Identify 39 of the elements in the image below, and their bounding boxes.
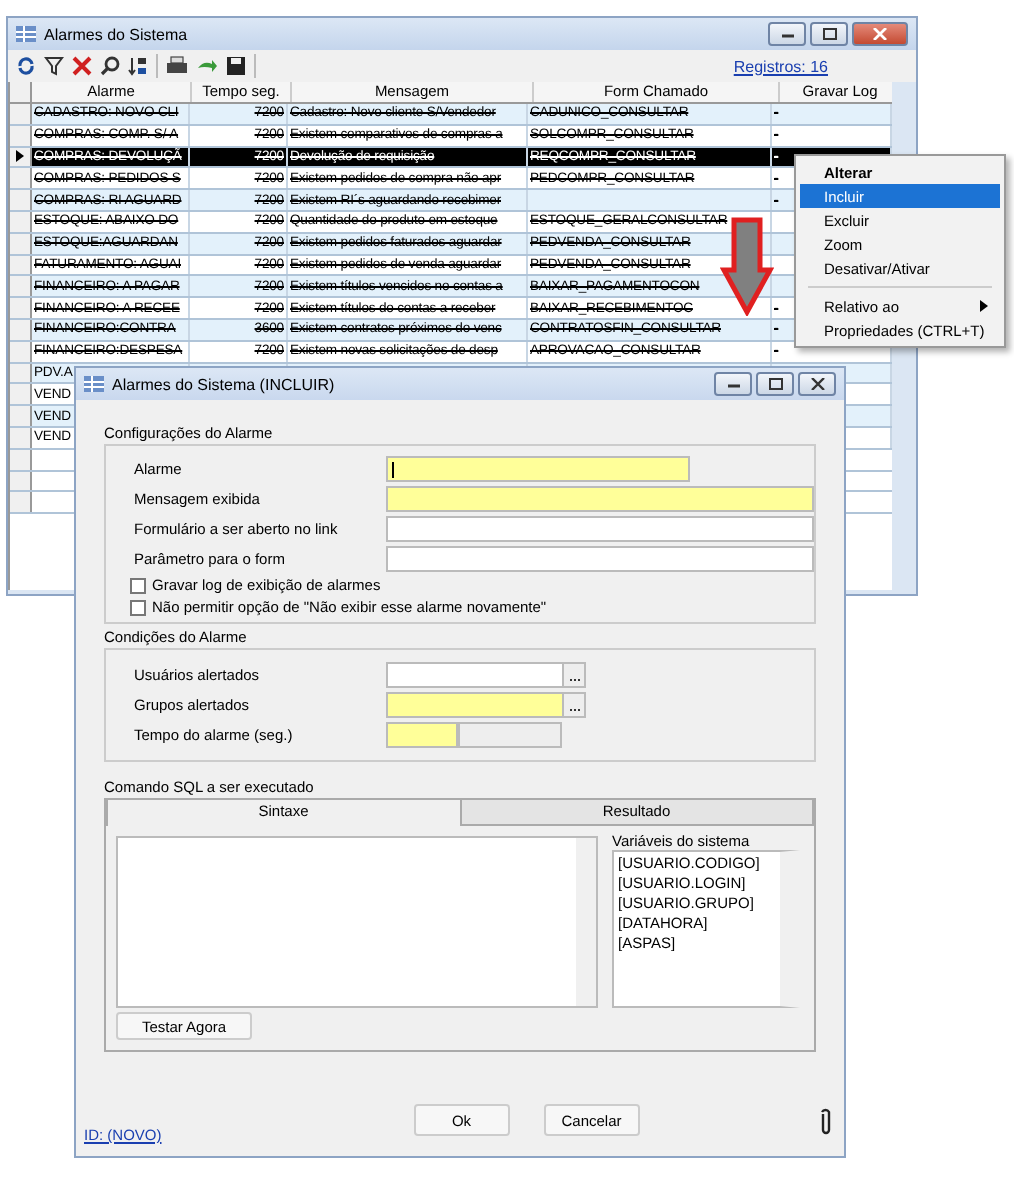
record-count-link[interactable]: Registros: 16 xyxy=(733,57,828,75)
close-button[interactable] xyxy=(798,372,836,396)
window-title: Alarmes do Sistema (INCLUIR) xyxy=(112,375,335,393)
minimize-button[interactable] xyxy=(714,372,752,396)
checkbox[interactable] xyxy=(130,577,146,593)
row-selector[interactable] xyxy=(10,147,32,167)
refresh-icon[interactable] xyxy=(16,56,36,76)
grid-icon xyxy=(16,26,36,42)
minimize-button[interactable] xyxy=(768,22,806,46)
input-field[interactable] xyxy=(386,516,814,542)
input-field xyxy=(458,722,562,748)
filter-icon[interactable] xyxy=(44,56,64,76)
input-field[interactable] xyxy=(386,486,814,512)
close-icon xyxy=(872,28,888,40)
lookup-field[interactable] xyxy=(386,692,586,718)
window-title: Alarmes do Sistema xyxy=(44,25,188,43)
checkbox[interactable] xyxy=(130,599,146,615)
lookup-field[interactable] xyxy=(386,662,586,688)
curved-arrow-icon[interactable] xyxy=(196,56,218,76)
sort-icon[interactable] xyxy=(128,56,148,76)
ellipsis-button[interactable] xyxy=(562,664,584,686)
input-field[interactable] xyxy=(386,722,458,748)
maximize-button[interactable] xyxy=(810,22,848,46)
maximize-icon xyxy=(821,28,837,40)
save-icon[interactable] xyxy=(226,56,246,76)
maximize-icon xyxy=(767,378,783,390)
ellipsis-button[interactable] xyxy=(562,694,584,716)
sql-text-area[interactable] xyxy=(116,836,598,1008)
input-field[interactable] xyxy=(386,456,690,482)
grid-icon xyxy=(84,376,104,392)
close-icon xyxy=(809,378,825,390)
submenu-arrow-icon xyxy=(980,300,988,312)
input-field[interactable] xyxy=(386,546,814,572)
search-icon[interactable] xyxy=(100,56,120,76)
maximize-button[interactable] xyxy=(756,372,794,396)
paperclip-icon[interactable] xyxy=(820,1105,832,1135)
delete-icon[interactable] xyxy=(72,56,92,76)
row-pointer-icon xyxy=(16,150,24,163)
printer-icon[interactable] xyxy=(166,56,188,76)
